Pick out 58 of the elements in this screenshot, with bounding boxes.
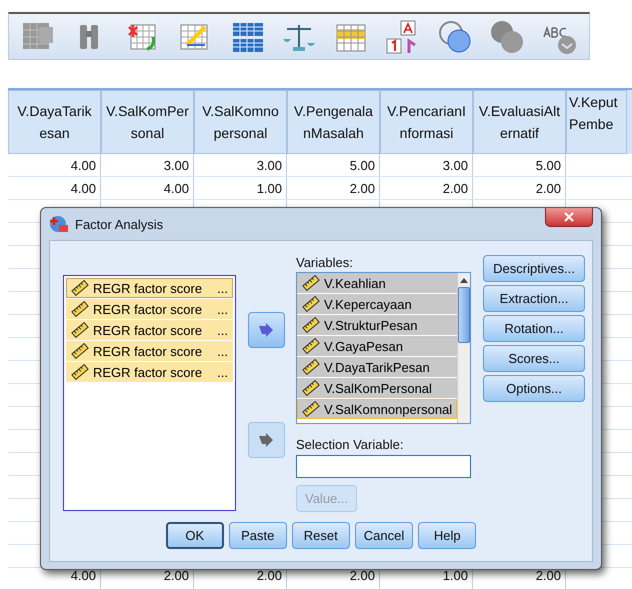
table-cell: 4.00 — [8, 177, 101, 199]
column-header[interactable]: V.SalKomPer sonal — [101, 90, 194, 154]
table-cell: 2.00 — [380, 177, 473, 199]
dialog-button[interactable]: Extraction... — [483, 285, 585, 312]
column-header[interactable]: V.Pengenala nMasalah — [287, 90, 380, 154]
variable-list-item[interactable]: V.GayaPesan — [297, 336, 458, 356]
table-cell: 2.00 — [287, 177, 380, 199]
column-header[interactable]: V.SalKomno personal — [194, 90, 287, 154]
variable-list-item[interactable]: V.SalKomnonpersonal — [297, 399, 458, 419]
close-button[interactable] — [545, 208, 593, 227]
variable-list-item[interactable]: V.Keahlian — [297, 273, 458, 293]
table-cell: 4.00 — [101, 177, 194, 199]
variable-list-item[interactable]: V.StrukturPesan — [297, 315, 458, 335]
table-cell: 3.00 — [194, 154, 287, 176]
table-cell: 3.00 — [380, 154, 473, 176]
variable-list-item[interactable]: REGR factor score ... — [66, 362, 233, 382]
dialog-button[interactable]: Reset — [292, 522, 350, 549]
variable-list-item[interactable]: REGR factor score ... — [66, 278, 233, 298]
move-selection-button[interactable] — [248, 422, 284, 458]
dialog-button[interactable]: Scores... — [483, 345, 585, 372]
dialog-button[interactable]: Paste — [228, 522, 287, 549]
table-cell: 5.00 — [287, 154, 380, 176]
overlapping-circles-icon[interactable] — [489, 18, 525, 54]
app-icon — [49, 215, 69, 233]
variable-list-item[interactable]: REGR factor score ... — [66, 341, 233, 361]
column-header[interactable]: V.DayaTarik esan — [8, 90, 101, 154]
column-header[interactable]: V.PencarianI nformasi — [380, 90, 473, 154]
dialog-title: Factor Analysis — [75, 216, 164, 232]
variable-list-item[interactable]: V.DayaTarikPesan — [297, 357, 458, 377]
variable-list-item[interactable]: REGR factor score ... — [66, 320, 233, 340]
dialog-button[interactable]: Help — [418, 522, 476, 549]
dialog-button[interactable]: Cancel — [354, 522, 414, 549]
table-cell: 4.00 — [8, 154, 101, 176]
move-variable-button[interactable] — [248, 312, 284, 348]
dialog-button[interactable]: Descriptives... — [483, 255, 585, 282]
dialog-button[interactable]: Rotation... — [483, 315, 585, 342]
variable-list-item[interactable]: REGR factor score ... — [66, 299, 233, 319]
variable-list-item[interactable]: V.Kepercayaan — [297, 294, 458, 314]
scroll-up-icon[interactable] — [460, 278, 468, 282]
variable-list-item[interactable]: V.SalKomPersonal — [297, 378, 458, 398]
table-cell: 1.00 — [194, 177, 287, 199]
arrow-icon — [258, 323, 274, 337]
dialog-button[interactable]: Options... — [483, 375, 585, 402]
table-cell: 5.00 — [473, 154, 566, 176]
selection-variable-field[interactable] — [296, 455, 471, 478]
table-cell: 2.00 — [473, 177, 566, 199]
variables-label: Variables: — [296, 255, 354, 272]
column-header[interactable]: V.Keput Pembe — [566, 90, 627, 154]
arrow-icon — [258, 433, 274, 447]
scrollbar[interactable] — [457, 273, 470, 423]
variables-list[interactable]: V.Keahlian V.Kepercayaan V.StrukturPesan V.GayaPesan V.DayaTarikPesan V.SalKomPersonal V.SalKomnonpersonal — [296, 272, 471, 424]
table-cell: 3.00 — [101, 154, 194, 176]
column-header[interactable]: V.EvaluasiAlt ernatif — [473, 90, 566, 154]
source-variable-list[interactable]: REGR factor score ... REGR factor score ... REGR factor score ... REGR factor score ... REGR factor score ... — [63, 275, 236, 511]
close-icon — [564, 212, 574, 222]
selection-variable-label: Selection Variable: — [296, 437, 404, 454]
circles-icon[interactable] — [437, 18, 473, 54]
dialog-button[interactable]: OK — [166, 522, 224, 549]
